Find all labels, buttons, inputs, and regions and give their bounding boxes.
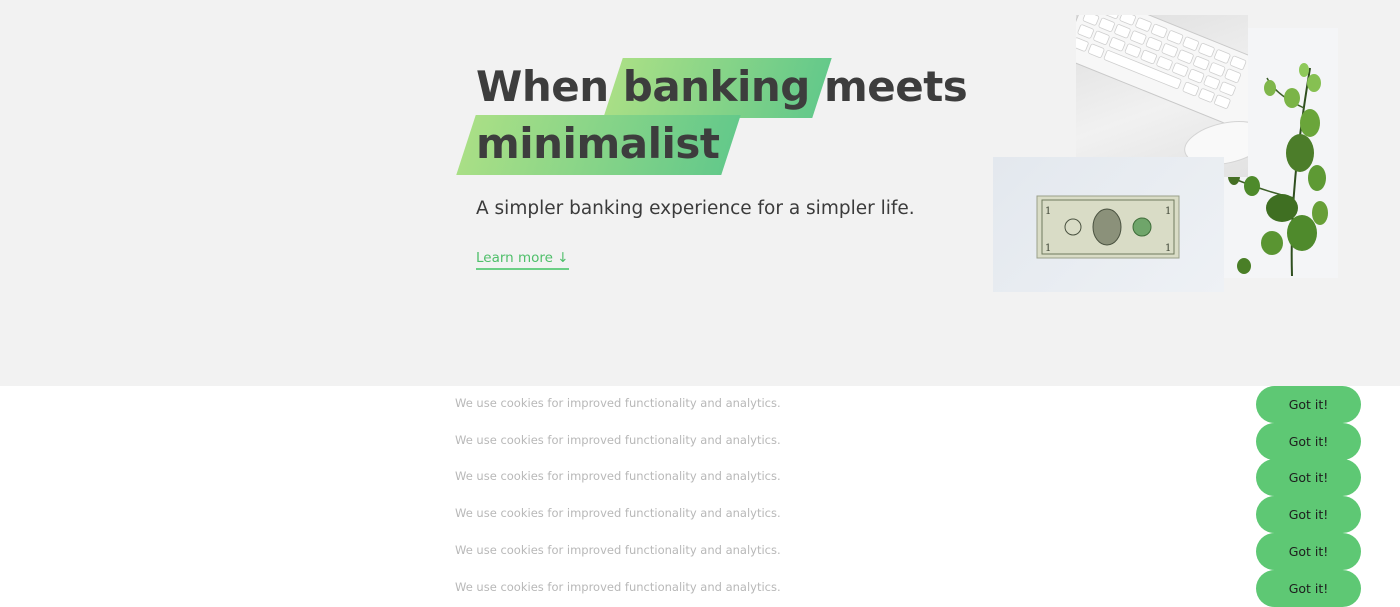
got-it-button[interactable]: Got it!: [1256, 570, 1361, 607]
hero-section: When banking meets minimalist A simpler …: [0, 0, 1400, 386]
hero-subtitle: A simpler banking experience for a simpl…: [476, 198, 915, 219]
cookie-message: We use cookies for improved functionalit…: [455, 580, 781, 594]
cookie-message: We use cookies for improved functionalit…: [455, 469, 781, 483]
headline-line-2: minimalist: [476, 115, 967, 172]
got-it-button[interactable]: Got it!: [1256, 423, 1361, 460]
headline-highlight-minimalist: minimalist: [476, 115, 720, 172]
svg-text:1: 1: [1045, 206, 1051, 217]
cookie-banner: We use cookies for improved functionalit…: [0, 423, 1400, 460]
cookie-banner: We use cookies for improved functionalit…: [0, 459, 1400, 496]
cookie-message: We use cookies for improved functionalit…: [455, 506, 781, 520]
svg-text:1: 1: [1165, 243, 1171, 254]
cookie-banner: We use cookies for improved functionalit…: [0, 496, 1400, 533]
headline-word-when: When: [476, 62, 609, 111]
cookie-banner: We use cookies for improved functionalit…: [0, 533, 1400, 570]
got-it-button[interactable]: Got it!: [1256, 459, 1361, 496]
cookie-message: We use cookies for improved functionalit…: [455, 396, 781, 410]
hero-headline: When banking meets minimalist: [476, 58, 968, 172]
keyboard-mouse-photo: [1076, 15, 1248, 177]
headline-word-meets: meets: [823, 62, 968, 111]
arrow-down-icon: ↓: [557, 250, 569, 266]
svg-text:1: 1: [1165, 206, 1171, 217]
got-it-button[interactable]: Got it!: [1256, 386, 1361, 423]
learn-more-label: Learn more: [476, 250, 553, 266]
cookie-message: We use cookies for improved functionalit…: [455, 433, 781, 447]
got-it-button[interactable]: Got it!: [1256, 496, 1361, 533]
cookie-message: We use cookies for improved functionalit…: [455, 543, 781, 557]
learn-more-link[interactable]: Learn more ↓: [476, 250, 569, 270]
got-it-button[interactable]: Got it!: [1256, 533, 1361, 570]
svg-text:1: 1: [1045, 243, 1051, 254]
dollar-bill-photo: 1 1 1 1: [993, 157, 1224, 292]
cookie-banner: We use cookies for improved functionalit…: [0, 386, 1400, 423]
cookie-banner: We use cookies for improved functionalit…: [0, 570, 1400, 607]
headline-highlight-banking: banking: [623, 58, 811, 115]
headline-line-1: When banking meets: [476, 58, 968, 115]
